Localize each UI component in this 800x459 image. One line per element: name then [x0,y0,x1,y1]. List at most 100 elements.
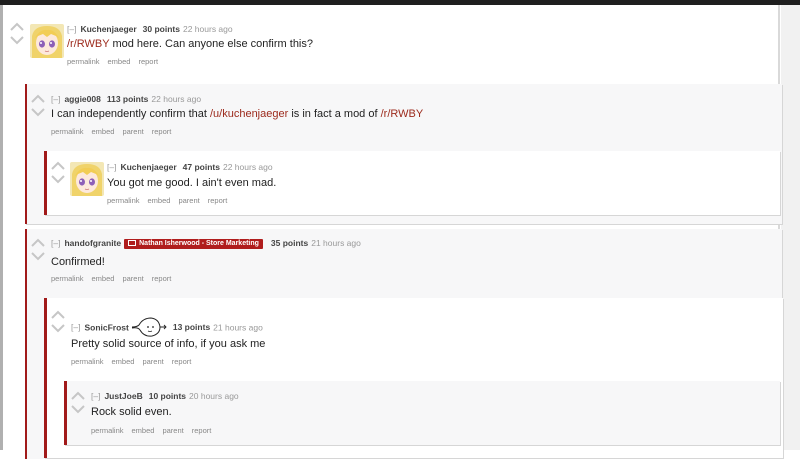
thread-line [0,5,3,450]
vote-controls [31,94,49,122]
score: 47 points [182,162,220,172]
downvote-arrow-icon[interactable] [51,324,65,333]
report-button[interactable]: report [152,274,172,283]
comment-text: I can independently confirm that [51,108,210,120]
top-bar [0,0,800,5]
flair-text: Nathan Isherwood - Store Marketing [139,240,259,247]
comment-buttons: permalink embed parent report [71,357,199,366]
parent-button[interactable]: parent [122,127,143,136]
downvote-arrow-icon[interactable] [31,252,45,261]
collapse-toggle[interactable]: [–] [51,238,60,248]
anime-girl-avatar [70,162,104,196]
parent-button[interactable]: parent [142,357,163,366]
collapse-toggle[interactable]: [–] [51,94,60,104]
score: 10 points [148,391,187,401]
permalink-button[interactable]: permalink [67,57,100,66]
permalink-button[interactable]: permalink [51,274,84,283]
upvote-arrow-icon[interactable] [31,94,45,103]
vote-controls [71,391,89,419]
timestamp: 21 hours ago [311,238,361,248]
timestamp: 22 hours ago [151,94,202,104]
comment-text: Pretty solid source of info, if you ask … [71,338,266,350]
comment-text: mod here. Can anyone else confirm this? [109,38,313,50]
author-link[interactable]: aggie008 [64,94,100,104]
author-link[interactable]: JustJoeB [104,391,142,401]
embed-button[interactable]: embed [92,127,115,136]
comment-text: Rock solid even. [91,406,172,418]
upvote-arrow-icon[interactable] [31,238,45,247]
parent-button[interactable]: parent [122,274,143,283]
collapse-toggle[interactable]: [–] [71,322,80,332]
collapse-toggle[interactable]: [–] [91,391,100,401]
score: 35 points [270,238,309,248]
comment-buttons: permalink embed report [67,57,166,66]
tagline: [–] SonicFrost 13 points 21 hours ago [71,316,263,340]
comment-text: Confirmed! [51,256,105,268]
parent-button[interactable]: parent [178,196,199,205]
embed-button[interactable]: embed [92,274,115,283]
embed-button[interactable]: embed [132,426,155,435]
comment-buttons: permalink embed parent report [107,196,235,205]
downvote-arrow-icon[interactable] [10,36,24,45]
timestamp: 22 hours ago [182,24,233,34]
vote-controls [51,310,69,338]
subreddit-link[interactable]: /r/RWBY [381,108,424,120]
vote-controls [51,161,69,189]
author-link[interactable]: Kuchenjaeger [80,24,136,34]
user-flair: Nathan Isherwood - Store Marketing [124,239,263,249]
tagline: [–] Kuchenjaeger 47 points 22 hours ago [107,162,273,172]
author-link[interactable]: handofgranite [64,238,121,248]
upvote-arrow-icon[interactable] [71,391,85,400]
author-link[interactable]: Kuchenjaeger [120,162,176,172]
embed-button[interactable]: embed [112,357,135,366]
subreddit-link[interactable]: /r/RWBY [67,38,109,50]
permalink-button[interactable]: permalink [107,196,140,205]
comment-buttons: permalink embed parent report [51,127,179,136]
comment-body: /r/RWBY mod here. Can anyone else confir… [67,38,313,50]
tagline: [–] handofgranite Nathan Isherwood - Store… [51,238,361,249]
comment-body: I can independently confirm that /u/kuch… [51,108,423,120]
score: 113 points [106,94,149,104]
upvote-arrow-icon[interactable] [51,161,65,170]
comment-text: is in fact a mod of [288,108,381,120]
downvote-arrow-icon[interactable] [71,405,85,414]
upvote-arrow-icon[interactable] [10,22,24,31]
score: 30 points [142,24,180,34]
embed-button[interactable]: embed [108,57,131,66]
tagline: [–] aggie008 113 points 22 hours ago [51,94,201,104]
author-link[interactable]: SonicFrost [84,322,128,332]
score: 13 points [172,322,211,333]
tv-icon [128,240,137,246]
report-button[interactable]: report [152,127,172,136]
permalink-button[interactable]: permalink [51,127,84,136]
timestamp: 20 hours ago [189,391,239,401]
upvote-arrow-icon[interactable] [51,310,65,319]
tagline: [–] JustJoeB 10 points 20 hours ago [91,391,239,401]
comment-body: You got me good. I ain't even mad. [107,177,276,189]
permalink-button[interactable]: permalink [71,357,104,366]
report-button[interactable]: report [208,196,228,205]
comment-buttons: permalink embed parent report [51,274,179,283]
collapse-toggle[interactable]: [–] [107,162,116,172]
downvote-arrow-icon[interactable] [51,175,65,184]
report-button[interactable]: report [172,357,192,366]
downvote-arrow-icon[interactable] [31,108,45,117]
parent-button[interactable]: parent [162,426,183,435]
collapse-toggle[interactable]: [–] [67,24,76,34]
embed-button[interactable]: embed [148,196,171,205]
anime-girl-avatar [30,24,64,58]
comment-text: You got me good. I ain't even mad. [107,177,277,189]
comment-body: Confirmed! [51,256,105,268]
comment-body: Rock solid even. [91,406,172,418]
vote-controls [31,238,49,266]
comment-body: Pretty solid source of info, if you ask … [71,338,265,350]
report-button[interactable]: report [138,57,158,66]
permalink-button[interactable]: permalink [91,426,124,435]
timestamp: 22 hours ago [222,162,273,172]
user-link[interactable]: /u/kuchenjaeger [210,108,288,120]
timestamp: 21 hours ago [213,322,263,333]
tagline: [–] Kuchenjaeger 30 points 22 hours ago [67,24,233,34]
report-button[interactable]: report [192,426,212,435]
squiggle-face-icon [131,316,167,340]
vote-controls [10,22,28,50]
